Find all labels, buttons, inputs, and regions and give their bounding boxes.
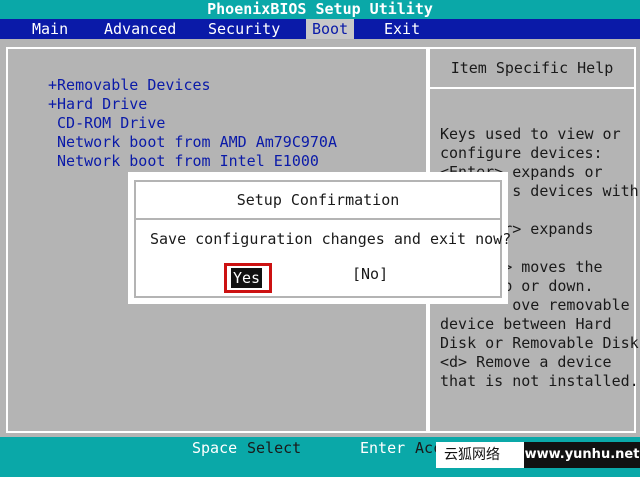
dialog-frame: Setup Confirmation Save configuration ch…	[134, 180, 511, 298]
boot-item-cdrom[interactable]: CD-ROM Drive	[48, 114, 165, 132]
help-line: Disk or Removable Disk	[440, 334, 639, 352]
menu-security[interactable]: Security	[202, 19, 286, 39]
help-line: configure devices:	[440, 144, 603, 162]
watermark-url: www.yunhu.net	[524, 442, 640, 468]
status-key-space: Space	[192, 439, 238, 457]
help-line: device between Hard	[440, 315, 612, 333]
menu-exit[interactable]: Exit	[378, 19, 426, 39]
help-title: Item Specific Help	[430, 49, 634, 89]
yes-button-label: Yes	[231, 268, 263, 288]
help-line: that is not installed.	[440, 372, 639, 390]
status-label-select: Select	[247, 439, 302, 457]
boot-item-network-amd[interactable]: Network boot from AMD Am79C970A	[48, 133, 337, 151]
status-key-enter: Enter	[360, 439, 406, 457]
help-line: Keys used to view or	[440, 125, 621, 143]
boot-item-removable[interactable]: +Removable Devices	[48, 76, 211, 94]
bios-title: PhoenixBIOS Setup Utility	[0, 0, 640, 19]
boot-item-network-intel[interactable]: Network boot from Intel E1000	[48, 152, 319, 170]
dialog-title: Setup Confirmation	[136, 182, 500, 220]
menu-boot[interactable]: Boot	[306, 19, 355, 39]
dialog-message: Save configuration changes and exit now?	[150, 230, 512, 248]
menu-main[interactable]: Main	[26, 19, 74, 39]
boot-item-hard-drive[interactable]: +Hard Drive	[48, 95, 147, 113]
menu-bar: Main Advanced Security Boot Exit	[0, 19, 640, 39]
yes-button[interactable]: Yes	[224, 263, 272, 293]
no-button[interactable]: [No]	[352, 265, 388, 283]
watermark: 云狐网络 www.yunhu.net	[436, 442, 640, 468]
setup-confirmation-dialog: Setup Confirmation Save configuration ch…	[128, 172, 511, 304]
menu-advanced[interactable]: Advanced	[98, 19, 182, 39]
watermark-chinese: 云狐网络	[438, 444, 506, 466]
help-line: <d> Remove a device	[440, 353, 612, 371]
